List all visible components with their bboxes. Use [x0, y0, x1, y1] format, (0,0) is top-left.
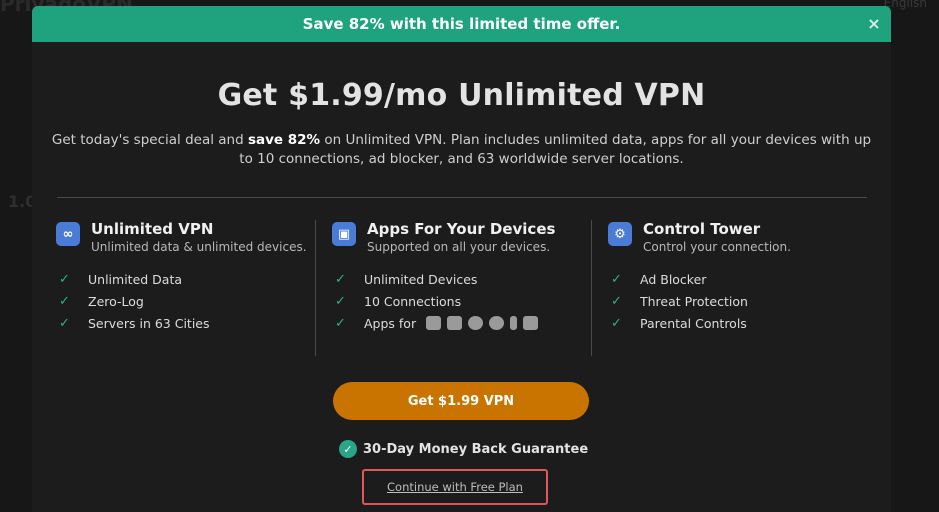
feature-title: Control Tower [643, 220, 761, 238]
check-icon: ✓ [611, 271, 622, 287]
feature-header: ∞ Unlimited VPN Unlimited data & unlimit… [56, 220, 315, 254]
feature-header: ⚙ Control Tower Control your connection. [608, 220, 867, 254]
description-text-end: on Unlimited VPN. Plan includes unlimite… [239, 132, 872, 167]
banner-text: Save 82% with this limited time offer. [302, 15, 621, 33]
list-item: ✓ Parental Controls [608, 312, 867, 334]
list-item-label: 10 Connections [364, 293, 462, 309]
list-item-label: Zero-Log [88, 293, 144, 309]
check-icon: ✓ [59, 271, 70, 287]
feature-title: Apps For Your Devices [367, 220, 556, 238]
feature-column-control-tower: ⚙ Control Tower Control your connection.… [591, 220, 867, 356]
check-icon: ✓ [59, 315, 70, 331]
platform-icons [426, 316, 539, 330]
ios-icon [489, 316, 505, 330]
feature-column-apps: ▣ Apps For Your Devices Supported on all… [315, 220, 591, 356]
list-item-label: Apps for [364, 315, 417, 331]
toggles-icon: ⚙ [608, 222, 632, 246]
check-icon: ✓ [335, 271, 346, 287]
windows-icon [426, 316, 442, 330]
check-icon: ✓ [59, 293, 70, 309]
list-item: ✓ Unlimited Data [56, 268, 315, 290]
tv-icon [523, 316, 539, 330]
description-text: Get today's special deal and [51, 132, 248, 148]
list-item: ✓ Unlimited Devices [332, 268, 591, 290]
list-item-label: Unlimited Data [88, 271, 183, 287]
close-icon[interactable]: × [865, 14, 883, 33]
list-item-label: Ad Blocker [640, 271, 707, 287]
guarantee-text: 30-Day Money Back Guarantee [363, 441, 589, 457]
list-item: ✓ Zero-Log [56, 290, 315, 312]
offer-modal: Save 82% with this limited time offer. ×… [32, 6, 891, 512]
get-vpn-button[interactable]: Get $1.99 VPN [333, 382, 589, 420]
page-title: Get $1.99/mo Unlimited VPN [217, 78, 706, 113]
feature-list: ✓ Unlimited Data ✓ Zero-Log ✓ Servers in 63… [56, 268, 315, 334]
check-icon: ✓ [611, 315, 622, 331]
list-item: ✓ Ad Blocker [608, 268, 867, 290]
devices-icon: ▣ [332, 222, 356, 246]
check-icon: ✓ [611, 293, 622, 309]
feature-column-unlimited-vpn: ∞ Unlimited VPN Unlimited data & unlimit… [56, 220, 315, 356]
offer-description: Get today's special deal and save 82% on… [52, 131, 872, 169]
apple-icon [468, 316, 484, 330]
list-item-label: Threat Protection [640, 293, 748, 309]
feature-list: ✓ Unlimited Devices ✓ 10 Connections ✓ Apps… [332, 268, 591, 334]
list-item-label: Servers in 63 Cities [88, 315, 210, 331]
feature-list: ✓ Ad Blocker ✓ Threat Protection ✓ Parental… [608, 268, 867, 334]
feature-header-text: Control Tower Control your connection. [643, 220, 791, 254]
remote-icon [510, 316, 518, 330]
continue-free-plan-link[interactable]: Continue with Free Plan [387, 480, 523, 494]
list-item-label: Unlimited Devices [364, 271, 478, 287]
feature-subtitle: Supported on all your devices. [367, 240, 551, 254]
feature-subtitle: Control your connection. [643, 240, 791, 254]
android-icon [447, 316, 463, 330]
list-item-label: Parental Controls [640, 315, 747, 331]
feature-subtitle: Unlimited data & unlimited devices. [91, 240, 307, 254]
feature-title: Unlimited VPN [91, 220, 214, 238]
feature-columns: ∞ Unlimited VPN Unlimited data & unlimit… [56, 220, 867, 356]
money-back-guarantee: ✓ 30-Day Money Back Guarantee [339, 440, 588, 458]
feature-header-text: Apps For Your Devices Supported on all y… [367, 220, 555, 254]
verified-badge-icon: ✓ [339, 440, 357, 458]
description-highlight: save 82% [247, 132, 321, 148]
list-item: ✓ Threat Protection [608, 290, 867, 312]
check-icon: ✓ [335, 293, 346, 309]
free-plan-highlight: Continue with Free Plan [362, 469, 548, 505]
divider [56, 197, 867, 198]
infinity-icon: ∞ [56, 222, 80, 246]
feature-header-text: Unlimited VPN Unlimited data & unlimited… [91, 220, 307, 254]
list-item: ✓ Servers in 63 Cities [56, 312, 315, 334]
list-item: ✓ 10 Connections [332, 290, 591, 312]
feature-header: ▣ Apps For Your Devices Supported on all… [332, 220, 591, 254]
check-icon: ✓ [335, 315, 346, 331]
offer-banner: Save 82% with this limited time offer. × [32, 6, 891, 42]
list-item: ✓ Apps for [332, 312, 591, 334]
